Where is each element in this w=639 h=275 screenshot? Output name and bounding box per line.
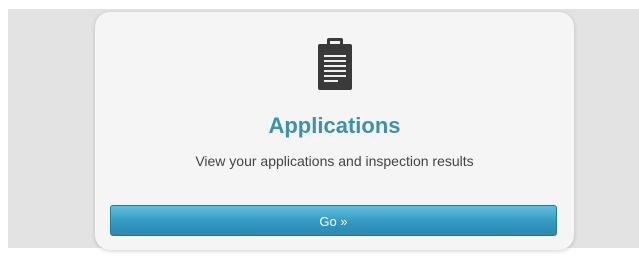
applications-card: Applications View your applications and …: [95, 12, 574, 250]
card-description: View your applications and inspection re…: [195, 153, 474, 169]
clipboard-icon: [315, 36, 355, 92]
go-button[interactable]: Go »: [110, 205, 557, 236]
card-title: Applications: [268, 113, 401, 138]
